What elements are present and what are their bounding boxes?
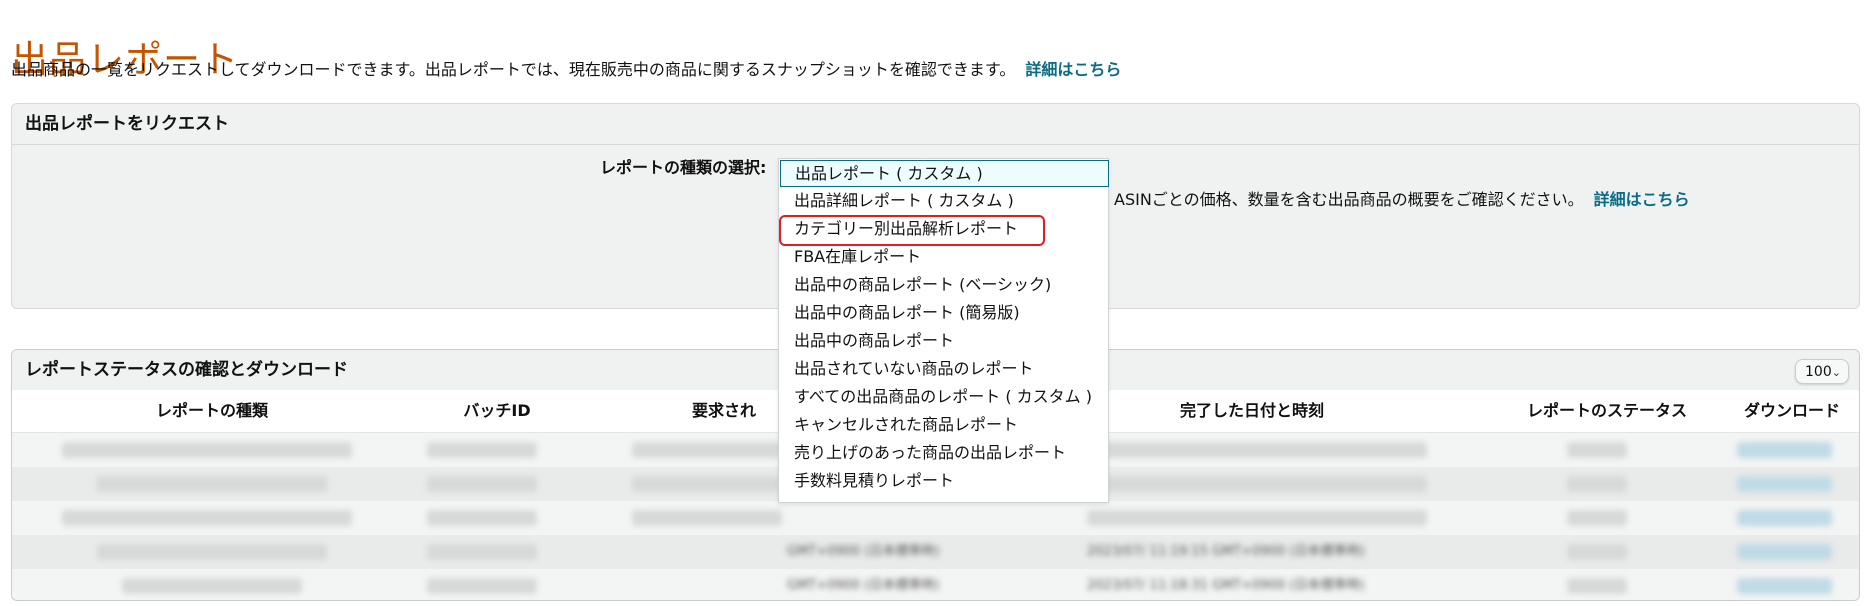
report-help-text: ASINごとの価格、数量を含む出品商品の概要をご確認ください。 bbox=[1114, 190, 1584, 209]
dropdown-option[interactable]: 出品中の商品レポート (簡易版) bbox=[779, 299, 1108, 327]
completed-cell: 2023/07/ 11:18:31 GMT+0900 (日本標準時) bbox=[1087, 578, 1365, 593]
dropdown-option[interactable]: すべての出品商品のレポート ( カスタム ) bbox=[779, 383, 1108, 411]
chevron-down-icon: ⌄ bbox=[1831, 366, 1841, 379]
dropdown-option[interactable]: 出品詳細レポート ( カスタム ) bbox=[779, 187, 1108, 215]
table-row: GMT+0900 (日本標準時) 2023/07/ 11:19:15 GMT+0… bbox=[12, 535, 1859, 569]
report-help: ASINごとの価格、数量を含む出品商品の概要をご確認ください。 詳細はこちら bbox=[1114, 186, 1690, 210]
completed-cell: 2023/07/ 11:19:15 GMT+0900 (日本標準時) bbox=[1087, 544, 1365, 559]
dropdown-option-highlighted[interactable]: カテゴリー別出品解析レポート bbox=[779, 215, 1108, 243]
dropdown-option[interactable]: FBA在庫レポート bbox=[779, 243, 1108, 271]
requested-cell: GMT+0900 (日本標準時) bbox=[787, 544, 940, 559]
report-type-label: レポートの種類の選択: bbox=[600, 158, 767, 177]
dropdown-option[interactable]: 出品されていない商品のレポート bbox=[779, 355, 1108, 383]
dropdown-option[interactable]: 出品中の商品レポート (ベーシック) bbox=[779, 271, 1108, 299]
per-page-value: 100 bbox=[1805, 364, 1832, 380]
dropdown-option[interactable]: 売り上げのあった商品の出品レポート bbox=[779, 439, 1108, 467]
dropdown-option[interactable]: キャンセルされた商品レポート bbox=[779, 411, 1108, 439]
col-batch-id[interactable]: バッチID bbox=[422, 390, 572, 432]
dropdown-option[interactable]: 出品中の商品レポート bbox=[779, 327, 1108, 355]
request-panel-header: 出品レポートをリクエスト bbox=[12, 104, 1859, 145]
col-status[interactable]: レポートのステータス bbox=[1502, 390, 1712, 432]
report-help-link[interactable]: 詳細はこちら bbox=[1594, 190, 1690, 209]
table-row bbox=[12, 501, 1859, 535]
per-page-select[interactable]: 100 ⌄ bbox=[1795, 359, 1849, 384]
col-completed[interactable]: 完了した日付と時刻 bbox=[1122, 390, 1382, 432]
requested-cell: GMT+0900 (日本標準時) bbox=[787, 578, 940, 593]
col-download[interactable]: ダウンロード bbox=[1732, 390, 1852, 432]
col-report-type[interactable]: レポートの種類 bbox=[72, 390, 352, 432]
details-link[interactable]: 詳細はこちら bbox=[1025, 60, 1121, 79]
page-description: 出品商品の一覧をリクエストしてダウンロードできます。出品レポートでは、現在販売中… bbox=[11, 56, 1121, 80]
table-row: GMT+0900 (日本標準時) 2023/07/ 11:18:31 GMT+0… bbox=[12, 569, 1859, 600]
description-text: 出品商品の一覧をリクエストしてダウンロードできます。出品レポートでは、現在販売中… bbox=[11, 60, 1016, 79]
dropdown-option[interactable]: 手数料見積りレポート bbox=[779, 467, 1108, 495]
dropdown-option-selected[interactable]: 出品レポート ( カスタム ) bbox=[780, 160, 1109, 187]
report-type-dropdown[interactable]: 出品レポート ( カスタム ) 出品詳細レポート ( カスタム ) カテゴリー別… bbox=[778, 158, 1109, 503]
